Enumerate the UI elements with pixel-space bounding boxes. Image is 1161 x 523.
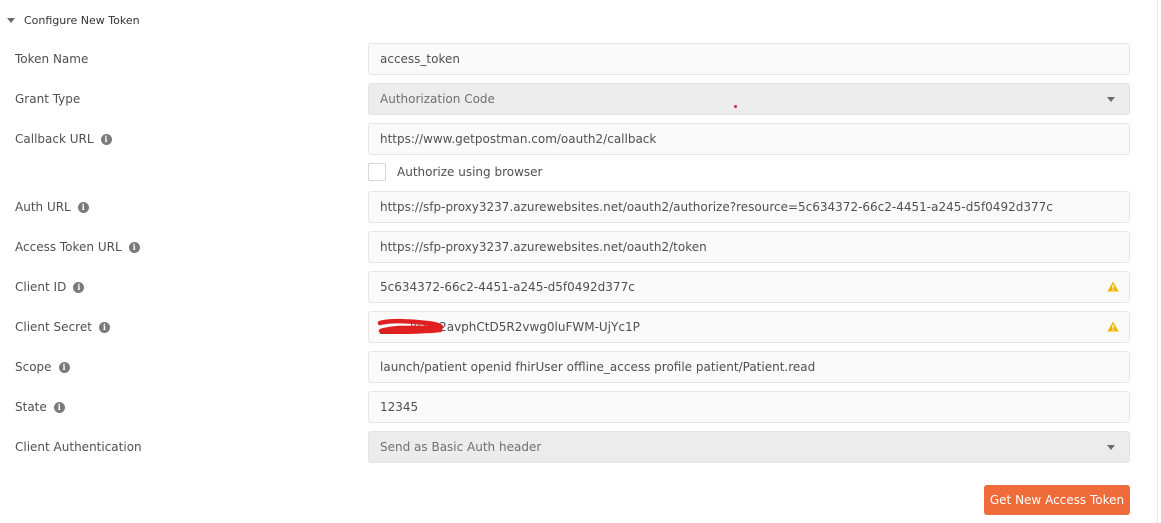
scope-input[interactable]: launch/patient openid fhirUser offline_a… — [368, 351, 1130, 383]
warning-icon[interactable] — [1107, 281, 1119, 292]
label-text: Client Authentication — [15, 440, 142, 454]
redaction-scribble — [377, 318, 443, 334]
label-text: Client ID — [15, 280, 67, 294]
callback-url-value: https://www.getpostman.com/oauth2/callba… — [380, 132, 657, 146]
row-callback-url: Callback URL i https://www.getpostman.co… — [0, 123, 1161, 155]
state-input[interactable]: 12345 — [368, 391, 1130, 423]
scope-value: launch/patient openid fhirUser offline_a… — [380, 360, 816, 374]
label-text: Callback URL — [15, 132, 94, 146]
row-token-name: Token Name access_token — [0, 43, 1161, 75]
grant-type-select[interactable]: Authorization Code — [368, 83, 1130, 115]
row-client-id: Client ID i 5c634372-66c2-4451-a245-d5f0… — [0, 271, 1161, 303]
label-client-secret: Client Secret i — [15, 311, 110, 343]
row-client-secret: Client Secret i _____kDYu2avphCtD5R2vwg0… — [0, 311, 1161, 343]
chevron-down-icon — [1107, 445, 1115, 450]
info-icon[interactable]: i — [128, 241, 140, 253]
section-header-configure-token[interactable]: Configure New Token — [7, 10, 140, 30]
client-authentication-select[interactable]: Send as Basic Auth header — [368, 431, 1130, 463]
label-callback-url: Callback URL i — [15, 123, 112, 155]
row-grant-type: Grant Type Authorization Code — [0, 83, 1161, 115]
label-access-token-url: Access Token URL i — [15, 231, 140, 263]
label-state: State i — [15, 391, 65, 423]
label-text: Token Name — [15, 52, 89, 66]
callback-url-input[interactable]: https://www.getpostman.com/oauth2/callba… — [368, 123, 1130, 155]
grant-type-value: Authorization Code — [380, 92, 495, 106]
access-token-url-value: https://sfp-proxy3237.azurewebsites.net/… — [380, 240, 707, 254]
client-authentication-value: Send as Basic Auth header — [380, 440, 542, 454]
row-state: State i 12345 — [0, 391, 1161, 423]
red-dot-mark — [734, 105, 737, 108]
info-icon[interactable]: i — [53, 401, 65, 413]
section-title: Configure New Token — [24, 13, 140, 27]
label-text: Access Token URL — [15, 240, 122, 254]
authorize-browser-checkbox[interactable] — [368, 163, 386, 181]
label-text: Scope — [15, 360, 52, 374]
label-text: Auth URL — [15, 200, 71, 214]
chevron-down-icon — [1107, 97, 1115, 102]
get-new-access-token-button[interactable]: Get New Access Token — [984, 485, 1130, 515]
client-id-value: 5c634372-66c2-4451-a245-d5f0492d377c — [380, 280, 635, 294]
client-secret-input[interactable]: _____kDYu2avphCtD5R2vwg0luFWM-UjYc1P — [368, 311, 1130, 343]
auth-url-value: https://sfp-proxy3237.azurewebsites.net/… — [380, 200, 1053, 214]
authorize-browser-row: Authorize using browser — [368, 162, 542, 182]
access-token-url-input[interactable]: https://sfp-proxy3237.azurewebsites.net/… — [368, 231, 1130, 263]
info-icon[interactable]: i — [73, 281, 85, 293]
label-client-id: Client ID i — [15, 271, 85, 303]
info-icon[interactable]: i — [58, 361, 70, 373]
info-icon[interactable]: i — [100, 133, 112, 145]
authorize-browser-label[interactable]: Authorize using browser — [397, 165, 542, 179]
label-text: State — [15, 400, 47, 414]
state-value: 12345 — [380, 400, 419, 414]
row-scope: Scope i launch/patient openid fhirUser o… — [0, 351, 1161, 383]
label-token-name: Token Name — [15, 43, 88, 75]
auth-url-input[interactable]: https://sfp-proxy3237.azurewebsites.net/… — [368, 191, 1130, 223]
label-text: Grant Type — [15, 92, 81, 106]
token-name-value: access_token — [380, 52, 460, 66]
label-grant-type: Grant Type — [15, 83, 80, 115]
client-id-input[interactable]: 5c634372-66c2-4451-a245-d5f0492d377c — [368, 271, 1130, 303]
caret-down-icon[interactable] — [7, 17, 15, 23]
info-icon[interactable]: i — [77, 201, 89, 213]
label-text: Client Secret — [15, 320, 92, 334]
label-client-authentication: Client Authentication — [15, 431, 142, 463]
warning-icon[interactable] — [1107, 321, 1119, 332]
row-auth-url: Auth URL i https://sfp-proxy3237.azurewe… — [0, 191, 1161, 223]
label-scope: Scope i — [15, 351, 70, 383]
row-access-token-url: Access Token URL i https://sfp-proxy3237… — [0, 231, 1161, 263]
row-client-authentication: Client Authentication Send as Basic Auth… — [0, 431, 1161, 463]
token-name-input[interactable]: access_token — [368, 43, 1130, 75]
info-icon[interactable]: i — [98, 321, 110, 333]
label-auth-url: Auth URL i — [15, 191, 89, 223]
